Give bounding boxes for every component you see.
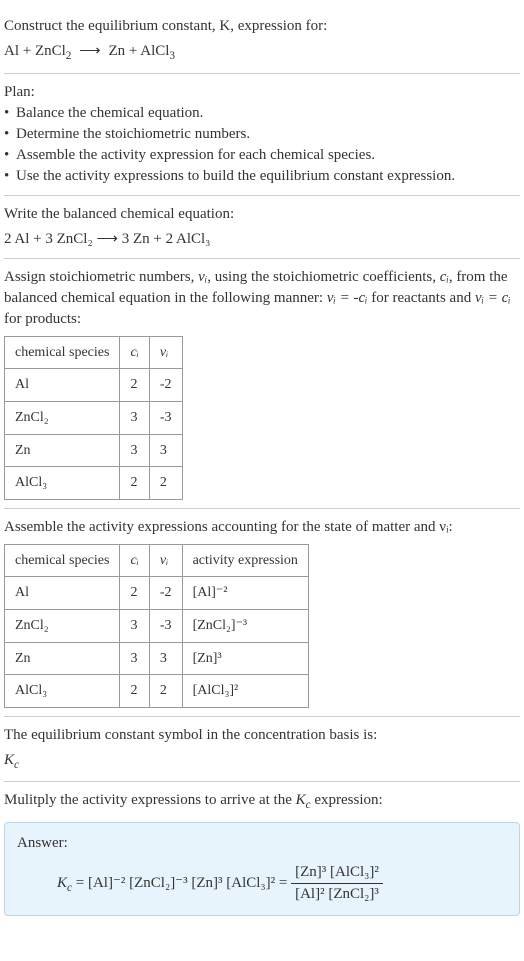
fraction: [Zn]³ [AlCl₃]²[Al]² [ZnCl₂]³ [291,862,383,905]
cell: [Al]⁻² [182,577,308,610]
intro-text: Construct the equilibrium constant, K, e… [4,16,520,37]
stoich-t4: for reactants and [368,290,475,306]
cell: -3 [149,609,182,642]
activity-header: Assemble the activity expressions accoun… [4,517,520,538]
section-plan: Plan: Balance the chemical equation. Det… [4,74,520,196]
plan-bullet: Use the activity expressions to build th… [4,166,520,187]
eq-sub1: 2 [66,50,72,62]
th-species: chemical species [5,336,120,369]
cell: Zn [5,434,120,467]
table-header-row: chemical species cᵢ νᵢ activity expressi… [5,544,309,577]
cell: 3 [120,401,149,434]
stoich-t5: for products: [4,311,81,327]
cell: 2 [120,369,149,402]
cell: Zn [5,642,120,675]
cell: 2 [149,467,182,500]
plan-bullets: Balance the chemical equation. Determine… [4,103,520,187]
th-ci: cᵢ [120,336,149,369]
cell: [ZnCl₂]⁻³ [182,609,308,642]
cell: [AlCl₃]² [182,675,308,708]
th-species: chemical species [5,544,120,577]
c-i: cᵢ [440,269,449,285]
cell: -2 [149,577,182,610]
plan-bullet: Balance the chemical equation. [4,103,520,124]
stoich-text: Assign stoichiometric numbers, νᵢ, using… [4,267,520,330]
answer-box: Answer: Kc = [Al]⁻² [ZnCl₂]⁻³ [Zn]³ [AlC… [4,822,520,916]
kc-lhs: Kc [57,875,72,891]
cell: 3 [120,642,149,675]
balanced-equation: 2 Al + 3 ZnCl₂ ⟶ 3 Zn + 2 AlCl₃ [4,229,520,250]
cell: 3 [149,434,182,467]
kc-inline: Kc [296,792,311,808]
table-header-row: chemical species cᵢ νᵢ [5,336,183,369]
cell: 2 [149,675,182,708]
cell: ZnCl₂ [5,609,120,642]
kc-symbol: Kc [4,750,520,774]
kc-k: K [57,875,67,891]
table-row: Al 2 -2 [Al]⁻² [5,577,309,610]
balanced-header: Write the balanced chemical equation: [4,204,520,225]
answer-equation: Kc = [Al]⁻² [ZnCl₂]⁻³ [Zn]³ [AlCl₃]² = [… [17,862,507,905]
stoich-t2: , using the stoichiometric coefficients, [207,269,440,285]
cell: -2 [149,369,182,402]
unbalanced-equation: Al + ZnCl2 ⟶ Zn + AlCl3 [4,41,520,65]
table-row: ZnCl₂ 3 -3 [ZnCl₂]⁻³ [5,609,309,642]
kc-c: c [14,759,19,771]
final-header: Mulitply the activity expressions to arr… [4,790,520,814]
frac-num: [Zn]³ [AlCl₃]² [291,862,383,884]
arrow-icon: ⟶ [79,41,101,62]
plan-bullet: Assemble the activity expression for eac… [4,145,520,166]
plan-bullet: Determine the stoichiometric numbers. [4,124,520,145]
cell: 3 [120,434,149,467]
rel1: νᵢ = -cᵢ [327,290,368,306]
th-nui: νᵢ [149,544,182,577]
section-final: Mulitply the activity expressions to arr… [4,782,520,924]
section-kc-symbol: The equilibrium constant symbol in the c… [4,717,520,783]
table-row: AlCl₃ 2 2 [AlCl₃]² [5,675,309,708]
eq-rhs: Zn + AlCl [108,43,169,59]
cell: AlCl₃ [5,467,120,500]
kc-eq: = [Al]⁻² [ZnCl₂]⁻³ [Zn]³ [AlCl₃]² = [72,875,291,891]
final-t1: Mulitply the activity expressions to arr… [4,792,296,808]
eq-lhs: Al + ZnCl [4,43,66,59]
eq-sub2: 3 [169,50,175,62]
cell: 2 [120,577,149,610]
cell: 2 [120,467,149,500]
kc-k: K [296,792,306,808]
answer-label: Answer: [17,833,507,854]
table-row: Zn 3 3 [5,434,183,467]
section-stoich: Assign stoichiometric numbers, νᵢ, using… [4,259,520,509]
cell: 3 [149,642,182,675]
table-row: Al 2 -2 [5,369,183,402]
cell: -3 [149,401,182,434]
section-balanced: Write the balanced chemical equation: 2 … [4,196,520,259]
table-row: AlCl₃ 2 2 [5,467,183,500]
th-nui: νᵢ [149,336,182,369]
kc-k: K [4,752,14,768]
section-intro: Construct the equilibrium constant, K, e… [4,8,520,74]
cell: Al [5,369,120,402]
final-t2: expression: [311,792,383,808]
cell: 2 [120,675,149,708]
cell: 3 [120,609,149,642]
table-row: Zn 3 3 [Zn]³ [5,642,309,675]
nu-i: νᵢ [198,269,207,285]
cell: [Zn]³ [182,642,308,675]
cell: ZnCl₂ [5,401,120,434]
frac-den: [Al]² [ZnCl₂]³ [291,884,383,905]
table-row: ZnCl₂ 3 -3 [5,401,183,434]
kc-header: The equilibrium constant symbol in the c… [4,725,520,746]
section-activity: Assemble the activity expressions accoun… [4,509,520,717]
cell: Al [5,577,120,610]
plan-header: Plan: [4,82,520,103]
rel2: νᵢ = cᵢ [475,290,511,306]
stoich-t1: Assign stoichiometric numbers, [4,269,198,285]
activity-table: chemical species cᵢ νᵢ activity expressi… [4,544,309,708]
th-ci: cᵢ [120,544,149,577]
th-activity: activity expression [182,544,308,577]
intro-line1: Construct the equilibrium constant, K, e… [4,18,327,34]
cell: AlCl₃ [5,675,120,708]
stoich-table: chemical species cᵢ νᵢ Al 2 -2 ZnCl₂ 3 -… [4,336,183,500]
